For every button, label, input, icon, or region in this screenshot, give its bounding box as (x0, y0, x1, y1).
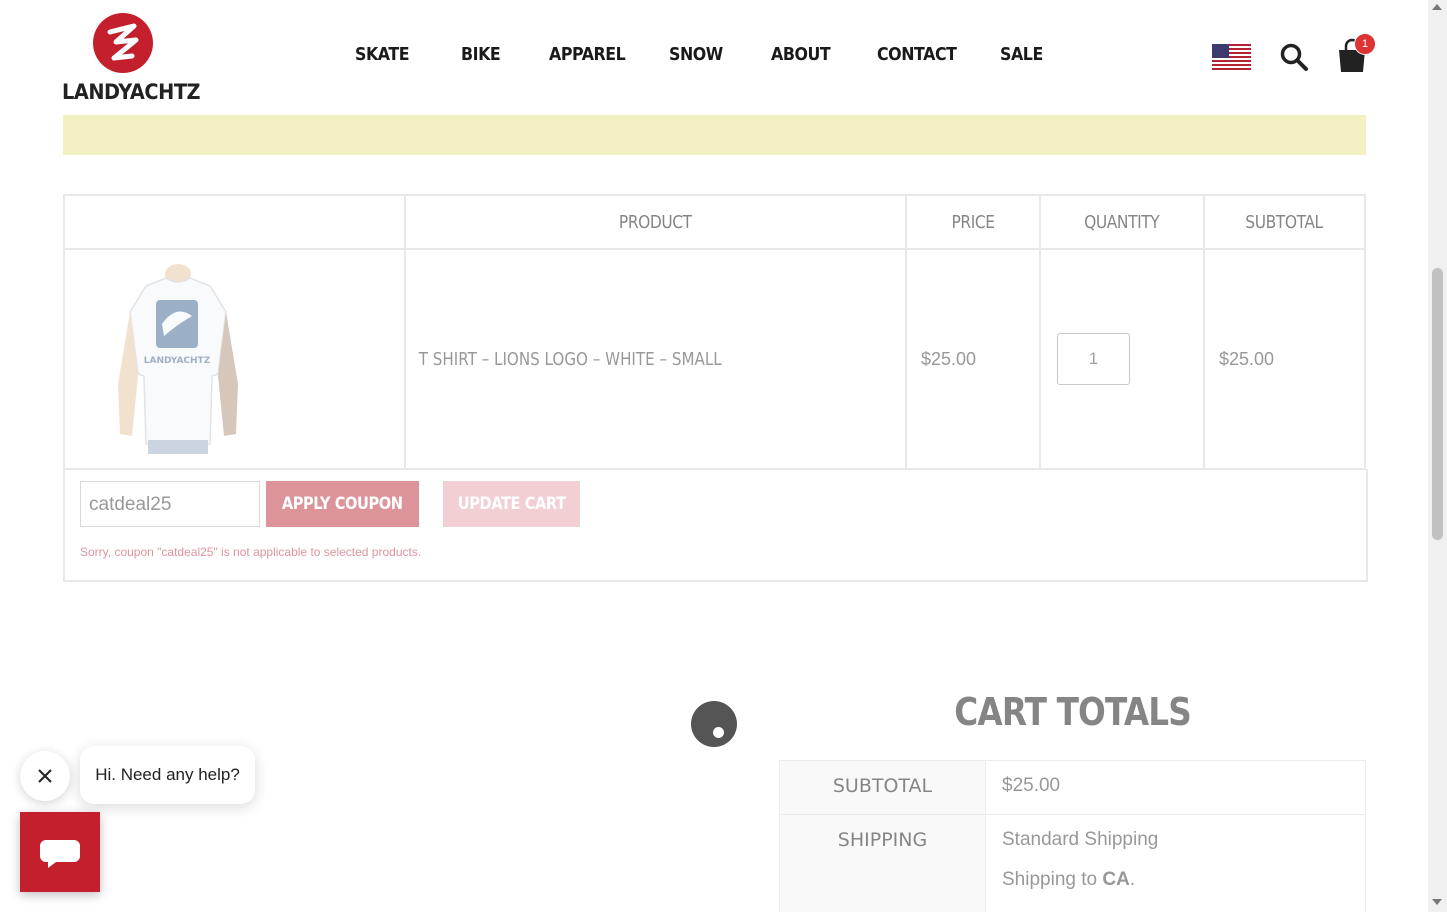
shirt-print-text: LANDYACHTZ (144, 356, 211, 366)
product-thumbnail-cell: LANDYACHTZ (63, 248, 406, 470)
chat-bubble-icon (40, 840, 80, 868)
site-header: LANDYACHTZ SKATE BIKE APPAREL SNOW ABOUT… (0, 0, 1428, 115)
chat-close-button[interactable] (20, 751, 70, 801)
shipping-label: SHIPPING (779, 814, 986, 912)
loading-spinner-icon (691, 701, 737, 747)
chat-greeting-bubble[interactable]: Hi. Need any help? (80, 746, 255, 804)
brand-logo[interactable]: LANDYACHTZ (60, 10, 201, 106)
landyachtz-logo-mark-icon (93, 13, 153, 73)
subtotal-value: $25.00 (985, 760, 1366, 815)
column-header-price: PRICE (905, 194, 1041, 250)
product-price: $25.00 (905, 248, 1041, 470)
page-scrollbar[interactable] (1428, 0, 1447, 912)
chat-launcher-button[interactable] (20, 812, 100, 892)
shipping-method: Standard Shipping (1002, 829, 1159, 850)
coupon-actions-row: catdeal25 APPLY COUPON UPDATE CART Sorry… (63, 469, 1368, 582)
column-header-subtotal: SUBTOTAL (1203, 194, 1366, 250)
us-flag-icon[interactable] (1212, 44, 1251, 70)
nav-item-snow[interactable]: SNOW (669, 44, 759, 74)
nav-item-bike[interactable]: BIKE (461, 44, 538, 74)
scrollbar-thumb[interactable] (1432, 268, 1443, 540)
t-shirt-image-icon: LANDYACHTZ (118, 264, 238, 454)
cart-page: LANDYACHTZ SKATE BIKE APPAREL SNOW ABOUT… (0, 0, 1428, 912)
scroll-up-arrow-icon[interactable] (1432, 4, 1442, 10)
subtotal-label: SUBTOTAL (779, 760, 986, 815)
product-name-link[interactable]: T SHIRT – LIONS LOGO – WHITE – SMALL (407, 349, 722, 370)
quantity-input[interactable]: 1 (1057, 333, 1130, 385)
cart-count-badge: 1 (1354, 33, 1376, 55)
column-header-thumbnail (63, 194, 406, 250)
cart-table: PRODUCT PRICE QUANTITY SUBTOTAL LANDYACH… (63, 194, 1366, 470)
column-header-quantity: QUANTITY (1039, 194, 1205, 250)
shipping-details: Standard Shipping Shipping to CA. (985, 814, 1366, 912)
nav-item-skate[interactable]: SKATE (355, 44, 448, 74)
product-subtotal: $25.00 (1203, 248, 1366, 470)
totals-shipping-row: SHIPPING Standard Shipping Shipping to C… (779, 814, 1366, 912)
product-name-cell: T SHIRT – LIONS LOGO – WHITE – SMALL (404, 248, 907, 470)
product-thumbnail[interactable]: LANDYACHTZ (108, 264, 248, 454)
cart-table-header: PRODUCT PRICE QUANTITY SUBTOTAL (63, 194, 1366, 250)
cart-totals-title: CART TOTALS (954, 690, 1192, 734)
nav-item-apparel[interactable]: APPAREL (549, 44, 655, 74)
column-header-product: PRODUCT (404, 194, 907, 250)
apply-coupon-button[interactable]: APPLY COUPON (266, 481, 419, 527)
scroll-down-arrow-icon[interactable] (1432, 899, 1442, 905)
update-cart-button[interactable]: UPDATE CART (443, 481, 580, 527)
search-icon[interactable] (1279, 42, 1309, 72)
nav-item-sale[interactable]: SALE (1000, 44, 1053, 74)
cart-totals-table: SUBTOTAL $25.00 SHIPPING Standard Shippi… (779, 760, 1366, 912)
brand-name: LANDYACHTZ (62, 80, 201, 104)
close-icon (38, 769, 52, 783)
quantity-cell: 1 (1039, 248, 1205, 470)
nav-item-contact[interactable]: CONTACT (877, 44, 985, 74)
coupon-error-message: Sorry, coupon "catdeal25" is not applica… (80, 545, 422, 559)
coupon-code-input[interactable]: catdeal25 (80, 481, 260, 527)
main-nav: SKATE BIKE APPAREL SNOW ABOUT CONTACT SA… (355, 44, 1060, 74)
table-row: LANDYACHTZ T SHIRT – LIONS LOGO – WHITE … (63, 248, 1366, 470)
nav-item-about[interactable]: ABOUT (771, 44, 864, 74)
totals-subtotal-row: SUBTOTAL $25.00 (779, 760, 1366, 815)
shipping-destination: Shipping to CA. (1002, 869, 1136, 890)
